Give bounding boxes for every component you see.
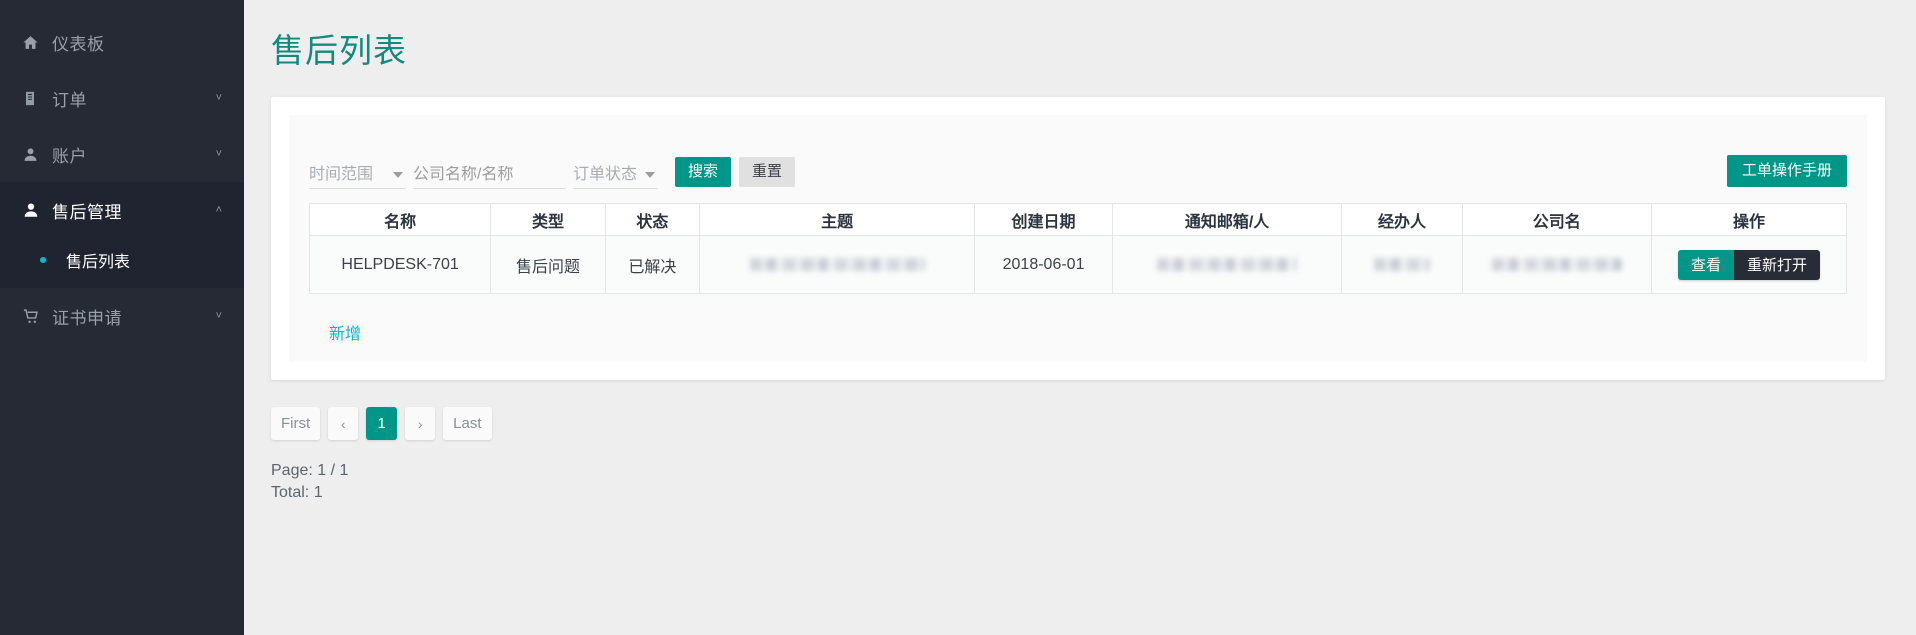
content-card: 时间范围 订单状态 搜索 重置 工单操作手册 <box>271 97 1885 380</box>
sidebar-item-label: 证书申请 <box>52 308 122 328</box>
sidebar-item-label: 仪表板 <box>52 34 105 54</box>
cell-actions: 查看 重新打开 <box>1650 235 1848 294</box>
pagination-prev[interactable]: ‹ <box>328 407 359 440</box>
table-body: HELPDESK-701 售后问题 已解决 2018-06-01 查看 重新打开 <box>308 235 1848 294</box>
cell-name: HELPDESK-701 <box>308 235 492 294</box>
home-icon <box>22 34 48 51</box>
search-input[interactable] <box>413 166 565 188</box>
date-range-placeholder: 时间范围 <box>309 166 374 183</box>
sidebar-submenu-aftersales: 售后列表 <box>0 238 244 288</box>
chevron-down-icon: ˅ <box>215 91 222 104</box>
sidebar-item-aftersales-list[interactable]: 售后列表 <box>0 238 244 282</box>
table-head: 名称 类型 状态 主题 创建日期 通知邮箱/人 经办人 公司名 操作 <box>308 203 1848 236</box>
table-header-date: 创建日期 <box>974 203 1113 236</box>
pagination-meta: Page: 1 / 1 Total: 1 <box>271 460 1885 504</box>
operation-manual-button[interactable]: 工单操作手册 <box>1726 155 1847 187</box>
sidebar-item-label: 订单 <box>52 90 87 110</box>
cell-status: 已解决 <box>604 235 700 294</box>
sidebar-item-orders[interactable]: 订单 ˅ <box>0 70 244 126</box>
redacted-value <box>1157 257 1298 271</box>
sidebar-item-accounts[interactable]: 账户 ˅ <box>0 126 244 182</box>
user-icon <box>22 146 48 163</box>
sidebar-item-label: 账户 <box>52 146 87 166</box>
order-status-placeholder: 订单状态 <box>573 166 638 183</box>
add-row: 新增 <box>309 294 1847 354</box>
redacted-value <box>749 257 925 271</box>
clipboard-icon <box>22 90 48 107</box>
pagination-page-1[interactable]: 1 <box>366 407 398 440</box>
add-new-link[interactable]: 新增 <box>329 326 361 343</box>
total-info: Total: 1 <box>271 484 323 501</box>
table-header-row: 名称 类型 状态 主题 创建日期 通知邮箱/人 经办人 公司名 操作 <box>308 203 1848 236</box>
reset-button[interactable]: 重置 <box>739 157 796 187</box>
chevron-down-icon <box>645 172 655 178</box>
table-header-type: 类型 <box>490 203 606 236</box>
reopen-button[interactable]: 重新打开 <box>1733 249 1820 280</box>
cell-notify <box>1111 235 1343 294</box>
table-header-notify: 通知邮箱/人 <box>1111 203 1343 236</box>
pagination-last[interactable]: Last <box>443 407 492 440</box>
table-header-actions: 操作 <box>1650 203 1848 236</box>
chevron-down-icon: ˅ <box>215 147 222 160</box>
redacted-value <box>1491 257 1622 271</box>
table-header-status: 状态 <box>604 203 700 236</box>
redacted-value <box>1373 257 1430 271</box>
filter-bar: 时间范围 订单状态 搜索 重置 工单操作手册 <box>309 133 1847 189</box>
sidebar: 仪表板 订单 ˅ 账户 ˅ 售后管理 ˄ 售后列表 证书申请 ˅ <box>0 0 244 635</box>
sidebar-item-dashboard[interactable]: 仪表板 <box>0 14 244 70</box>
order-status-select[interactable]: 订单状态 <box>573 157 657 189</box>
cell-agent <box>1341 235 1463 294</box>
sidebar-item-certificate[interactable]: 证书申请 ˅ <box>0 288 244 344</box>
cell-subject <box>698 235 976 294</box>
action-button-group: 查看 重新打开 <box>1677 249 1820 280</box>
cell-company <box>1461 235 1652 294</box>
table-header-agent: 经办人 <box>1341 203 1463 236</box>
user-icon <box>22 201 48 219</box>
aftersales-table: 名称 类型 状态 主题 创建日期 通知邮箱/人 经办人 公司名 操作 HELPD… <box>308 203 1848 294</box>
table-header-company: 公司名 <box>1461 203 1652 236</box>
chevron-down-icon <box>393 172 403 178</box>
chevron-down-icon: ˅ <box>215 309 222 322</box>
sidebar-item-label: 售后管理 <box>52 202 122 222</box>
table-row: HELPDESK-701 售后问题 已解决 2018-06-01 查看 重新打开 <box>308 235 1848 294</box>
table-header-name: 名称 <box>308 203 492 236</box>
date-range-select[interactable]: 时间范围 <box>309 157 405 189</box>
chevron-up-icon: ˄ <box>215 203 222 216</box>
table-header-subject: 主题 <box>698 203 976 236</box>
search-button[interactable]: 搜索 <box>675 157 732 187</box>
pagination-first[interactable]: First <box>271 407 321 440</box>
bullet-icon <box>40 257 46 263</box>
page-title: 售后列表 <box>271 32 407 69</box>
pagination: First ‹ 1 › Last <box>271 407 1885 440</box>
pagination-next[interactable]: › <box>405 407 436 440</box>
cart-icon <box>22 308 48 325</box>
main-content: 售后列表 时间范围 订单状态 搜索 <box>244 0 1916 635</box>
inner-panel: 时间范围 订单状态 搜索 重置 工单操作手册 <box>289 115 1867 362</box>
sidebar-subitem-label: 售后列表 <box>66 254 131 271</box>
app-root: 仪表板 订单 ˅ 账户 ˅ 售后管理 ˄ 售后列表 证书申请 ˅ 售后列表 时间… <box>0 0 1916 635</box>
page-info: Page: 1 / 1 <box>271 462 349 479</box>
cell-created-date: 2018-06-01 <box>974 235 1113 294</box>
cell-type: 售后问题 <box>490 235 606 294</box>
sidebar-item-aftersales[interactable]: 售后管理 ˄ <box>0 182 244 238</box>
view-button[interactable]: 查看 <box>1677 249 1734 280</box>
company-name-field[interactable] <box>413 157 565 189</box>
